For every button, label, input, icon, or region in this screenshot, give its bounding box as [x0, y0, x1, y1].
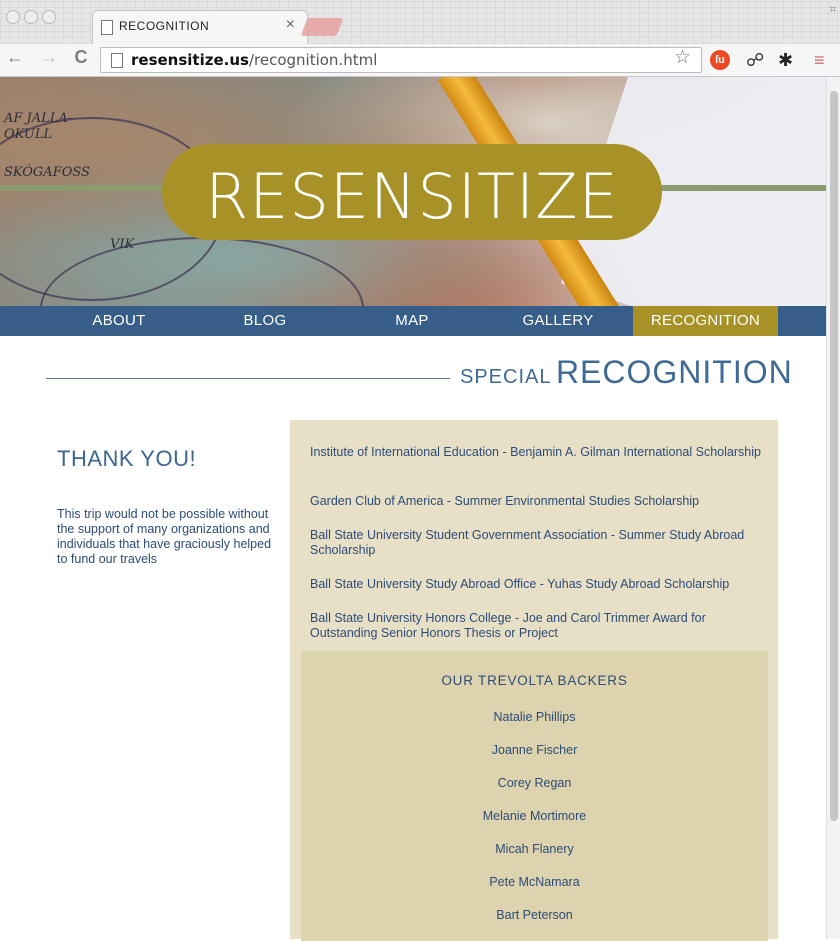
browser-tabstrip: RECOGNITION × ⌗ [0, 0, 840, 45]
new-tab-button[interactable] [300, 18, 344, 36]
back-icon[interactable]: ← [4, 47, 26, 68]
award-item: Institute of International Education - B… [310, 445, 761, 459]
nav-about[interactable]: ABOUT [62, 306, 176, 336]
maximize-window-button[interactable] [42, 10, 56, 24]
link-extension-icon[interactable]: ☍ [746, 50, 764, 71]
bookmark-star-icon[interactable]: ☆ [674, 46, 691, 69]
backers-heading: OUR TREVOLTA BACKERS [441, 673, 628, 688]
thank-you-heading: THANK YOU! [57, 446, 197, 471]
backer-name: Micah Flanery [495, 842, 574, 856]
backer-name: Natalie Phillips [493, 710, 576, 724]
tab-close-icon[interactable]: × [286, 16, 295, 34]
map-label: VIK [110, 237, 135, 252]
window-corner-icon: ⌗ [829, 4, 836, 16]
award-item: Ball State University Honors College - J… [310, 611, 706, 640]
backer-name: Pete McNamara [489, 875, 580, 889]
close-window-button[interactable] [6, 10, 20, 24]
page-scrollbar[interactable] [826, 77, 840, 939]
award-item: Ball State University Student Government… [310, 528, 745, 557]
map-label: AF JALLA- [4, 111, 73, 126]
page-title-big: RECOGNITION [555, 354, 793, 390]
tab-title: RECOGNITION [119, 19, 210, 33]
forward-icon[interactable]: → [38, 47, 60, 68]
url-text[interactable]: resensitize.us/recognition.html [131, 51, 377, 69]
site-logo[interactable]: RESENSITIZE [162, 144, 662, 240]
heading-divider [46, 378, 450, 379]
site-nav: ABOUT BLOG MAP GALLERY RECOGNITION [0, 306, 840, 336]
thank-you-text: This trip would not be possible without … [57, 507, 272, 566]
address-bar[interactable]: resensitize.us/recognition.html [100, 47, 702, 73]
backer-name: Melanie Mortimore [482, 809, 587, 823]
nav-blog[interactable]: BLOG [208, 306, 322, 336]
reload-icon[interactable]: C [70, 47, 92, 68]
url-domain: resensitize.us [131, 51, 249, 69]
award-item: Ball State University Study Abroad Offic… [310, 577, 730, 591]
browser-menu-icon[interactable]: ≡ [814, 50, 825, 71]
scrollbar-thumb[interactable] [830, 91, 838, 821]
hero-banner: AF JALLA- OKULL SKÓGAFOSS VIK RESENSITIZ… [0, 77, 840, 306]
nav-map[interactable]: MAP [355, 306, 469, 336]
page-title: SPECIAL RECOGNITION [460, 354, 793, 391]
page-icon [101, 20, 113, 35]
backer-name: Corey Regan [497, 776, 572, 790]
settings-gear-icon[interactable]: ✱ [778, 50, 793, 71]
stumbleupon-icon[interactable]: ſu [710, 50, 730, 70]
recognition-panel: Institute of International Education - B… [290, 420, 778, 941]
backer-name: Joanne Fischer [491, 743, 578, 757]
map-label: OKULL [4, 127, 53, 142]
page-icon [111, 53, 123, 68]
url-path: /recognition.html [248, 51, 378, 69]
backer-name: Bart Peterson [496, 908, 573, 922]
minimize-window-button[interactable] [24, 10, 38, 24]
award-item: Garden Club of America - Summer Environm… [310, 494, 700, 508]
window-controls [6, 10, 56, 24]
logo-text: RESENSITIZE [205, 160, 619, 233]
page-title-small: SPECIAL [460, 366, 552, 388]
map-label: SKÓGAFOSS [4, 165, 90, 180]
nav-recognition[interactable]: RECOGNITION [633, 306, 778, 336]
browser-tab[interactable]: RECOGNITION × [92, 10, 308, 45]
nav-gallery[interactable]: GALLERY [501, 306, 615, 336]
backers-section: OUR TREVOLTA BACKERS Natalie Phillips Jo… [301, 651, 768, 941]
